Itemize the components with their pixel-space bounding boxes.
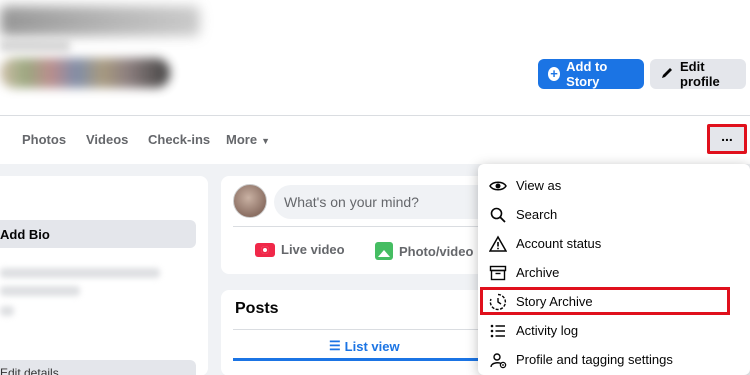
warning-icon (488, 234, 508, 254)
whats-on-your-mind-input[interactable]: What's on your mind? (274, 185, 504, 219)
story-archive-highlight-box (480, 287, 730, 315)
more-dots-icon: ... (721, 128, 733, 144)
posts-title: Posts (235, 300, 279, 317)
photo-icon (375, 242, 393, 260)
list-icon (488, 321, 508, 341)
photo-video-label: Photo/video (399, 243, 474, 259)
live-video-button[interactable]: Live video (255, 242, 345, 257)
menu-item-profile-tagging-settings[interactable]: Profile and tagging settings (478, 345, 750, 374)
intro-line-blurred (0, 306, 14, 316)
menu-item-archive[interactable]: Archive (478, 258, 750, 287)
edit-profile-label: Edit profile (680, 59, 720, 89)
menu-item-view-as[interactable]: View as (478, 171, 750, 200)
edit-profile-button[interactable]: Edit profile (650, 59, 746, 89)
more-options-menu: View as Search Account status Archive St… (478, 164, 750, 375)
more-options-button[interactable]: ... (707, 124, 747, 154)
tab-photos[interactable]: Photos (22, 132, 66, 147)
add-bio-button[interactable]: Add Bio (0, 220, 196, 248)
menu-item-search[interactable]: Search (478, 200, 750, 229)
pencil-icon (660, 66, 674, 83)
intro-line-blurred (0, 286, 80, 296)
menu-item-account-status[interactable]: Account status (478, 229, 750, 258)
photo-video-button[interactable]: Photo/video (375, 242, 473, 260)
tab-videos[interactable]: Videos (86, 132, 128, 147)
posts-card: Posts ☰ List view (221, 290, 491, 375)
menu-item-label: Archive (516, 265, 560, 280)
tab-check-ins[interactable]: Check-ins (148, 132, 210, 147)
caret-down-icon: ▼ (261, 136, 270, 146)
profile-name-blurred (0, 6, 200, 36)
live-video-label: Live video (281, 242, 345, 257)
add-to-story-label: Add to Story (566, 59, 608, 89)
list-view-icon: ☰ (329, 338, 341, 353)
list-view-label: List view (344, 338, 400, 354)
divider (233, 226, 483, 227)
profile-subtitle-blurred (0, 40, 70, 52)
menu-item-label: Account status (516, 236, 602, 251)
live-video-icon (255, 242, 275, 257)
add-to-story-button[interactable]: + Add to Story (538, 59, 644, 89)
menu-item-label: Search (516, 207, 558, 222)
archive-icon (488, 263, 508, 283)
search-icon (488, 205, 508, 225)
composer-card: What's on your mind? Live video Photo/vi… (221, 176, 504, 274)
edit-details-label: Edit details (0, 366, 59, 375)
eye-icon (488, 176, 508, 196)
menu-item-label: View as (516, 178, 562, 193)
intro-line-blurred (0, 268, 160, 278)
avatar[interactable] (233, 184, 267, 218)
profile-tabs: Photos Videos Check-ins More ▼ ... (0, 115, 750, 164)
list-view-tab[interactable]: ☰ List view (329, 338, 400, 354)
tab-more-label: More (226, 132, 258, 147)
menu-item-label: Profile and tagging settings (516, 352, 673, 367)
profile-gear-icon (488, 350, 508, 370)
menu-item-activity-log[interactable]: Activity log (478, 316, 750, 345)
active-tab-indicator (233, 358, 483, 361)
divider (233, 329, 483, 330)
plus-icon: + (548, 67, 561, 81)
add-bio-label: Add Bio (0, 227, 50, 242)
edit-details-button[interactable]: Edit details (0, 360, 196, 375)
friends-avatars-blurred (0, 58, 170, 88)
profile-header: + Add to Story Edit profile (0, 0, 750, 115)
tab-more[interactable]: More ▼ (226, 132, 270, 147)
menu-item-label: Activity log (516, 323, 579, 338)
